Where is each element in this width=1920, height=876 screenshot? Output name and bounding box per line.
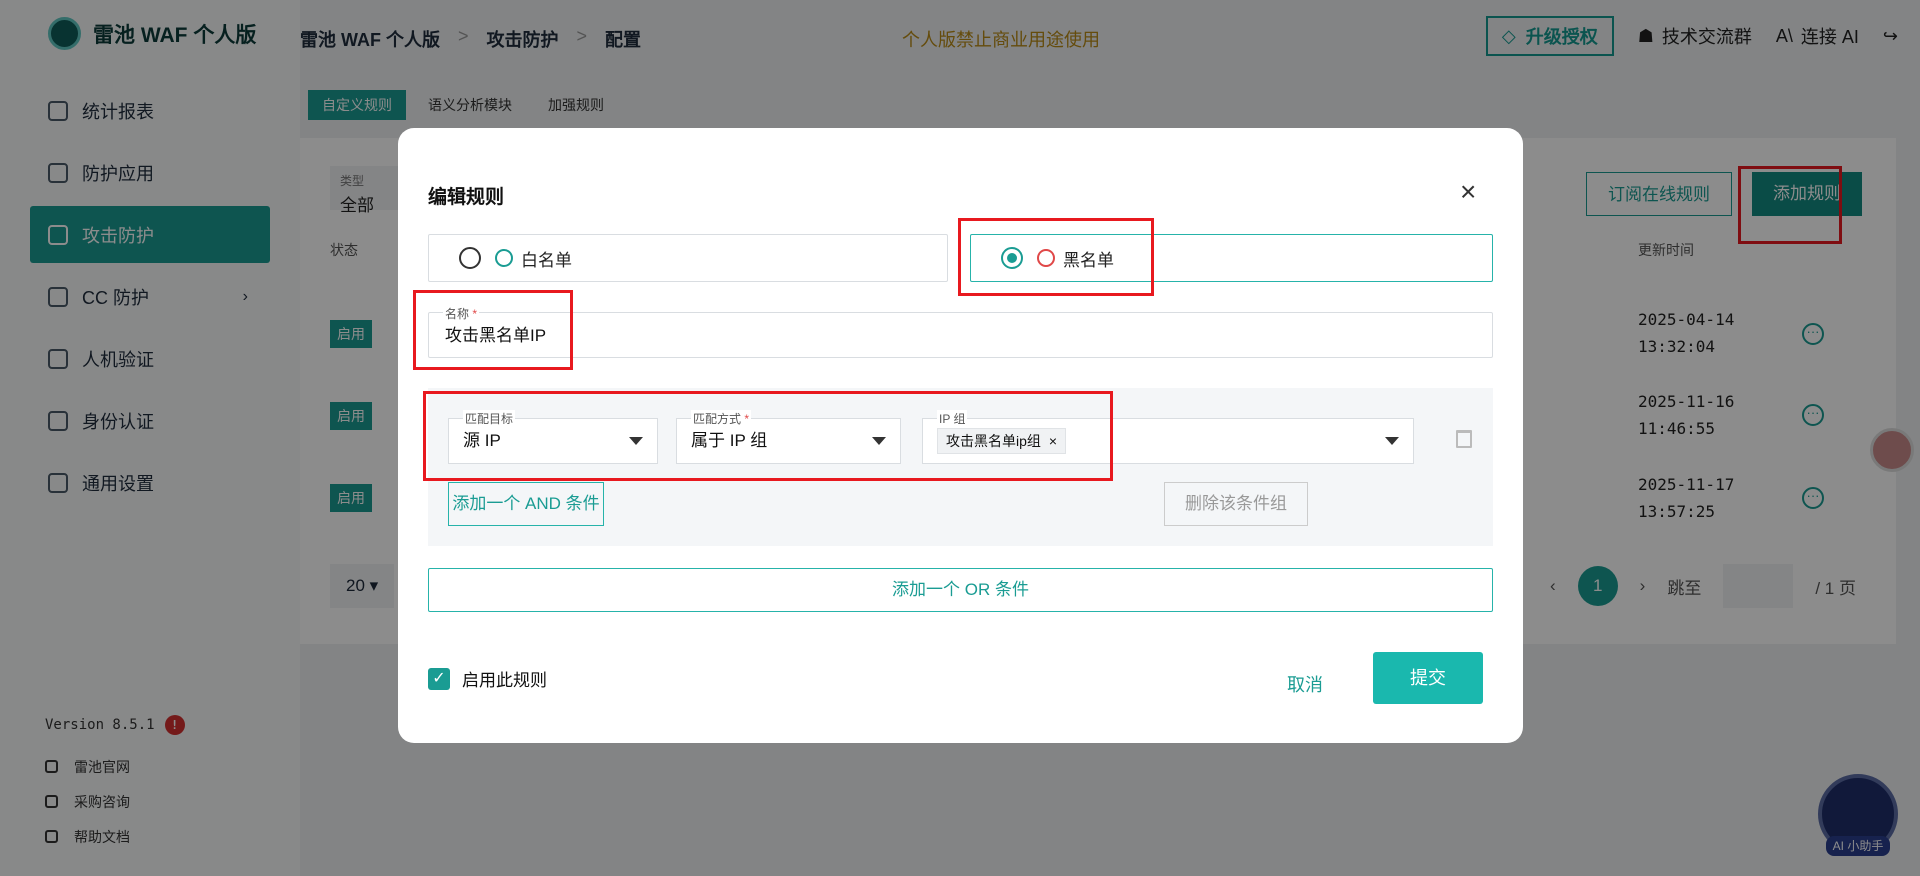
blacklist-radio[interactable] [1001,247,1023,269]
trash-icon[interactable] [1456,430,1472,448]
required-mark: * [469,307,478,321]
ip-group-label: IP 组 [937,410,968,427]
blacklist-label: 黑名单 [1063,250,1114,270]
condition-group: 匹配目标 源 IP 匹配方式 * 属于 IP 组 IP 组 攻击黑名单ip组 × … [428,388,1493,546]
required-mark: * [741,412,750,426]
rule-name-value: 攻击黑名单IP [445,326,547,345]
edit-rule-dialog: 编辑规则 × 白名单 黑名单 名称 * 攻击黑名单IP 匹配目标 源 IP 匹配… [398,128,1523,743]
match-method-label: 匹配方式 * [691,410,752,427]
match-target-label: 匹配目标 [463,410,516,427]
cancel-button[interactable]: 取消 [1270,660,1340,710]
delete-condition-group-button[interactable]: 删除该条件组 [1164,482,1308,526]
ip-group-tag: 攻击黑名单ip组 × [937,428,1067,454]
dialog-title: 编辑规则 [428,187,505,208]
add-and-condition-button[interactable]: 添加一个 AND 条件 [448,482,604,526]
user-check-icon [495,249,513,267]
submit-button[interactable]: 提交 [1373,652,1483,704]
whitelist-radio[interactable] [459,247,481,269]
whitelist-option[interactable]: 白名单 [428,234,948,282]
tag-close-icon[interactable]: × [1049,433,1057,449]
caret-down-icon [872,437,886,445]
user-block-icon [1037,249,1055,267]
caret-down-icon [1385,437,1399,445]
rule-name-label: 名称 * [443,305,480,322]
match-method-label-text: 匹配方式 [693,412,742,426]
rule-name-field[interactable]: 名称 * 攻击黑名单IP [428,305,1493,358]
match-target-select[interactable]: 匹配目标 源 IP [448,410,658,464]
close-icon[interactable]: × [1460,178,1476,206]
blacklist-option[interactable]: 黑名单 [970,234,1493,282]
enable-rule-checkbox[interactable]: ✓ 启用此规则 [428,666,547,691]
add-or-condition-button[interactable]: 添加一个 OR 条件 [428,568,1493,612]
match-method-select[interactable]: 匹配方式 * 属于 IP 组 [676,410,901,464]
ip-group-select[interactable]: IP 组 攻击黑名单ip组 × [922,410,1414,464]
enable-rule-label: 启用此规则 [462,671,547,690]
rule-name-label-text: 名称 [445,307,470,321]
checkmark-icon[interactable]: ✓ [428,667,450,690]
ip-group-tag-label: 攻击黑名单ip组 [946,433,1041,449]
caret-down-icon [629,437,643,445]
whitelist-label: 白名单 [521,250,572,270]
